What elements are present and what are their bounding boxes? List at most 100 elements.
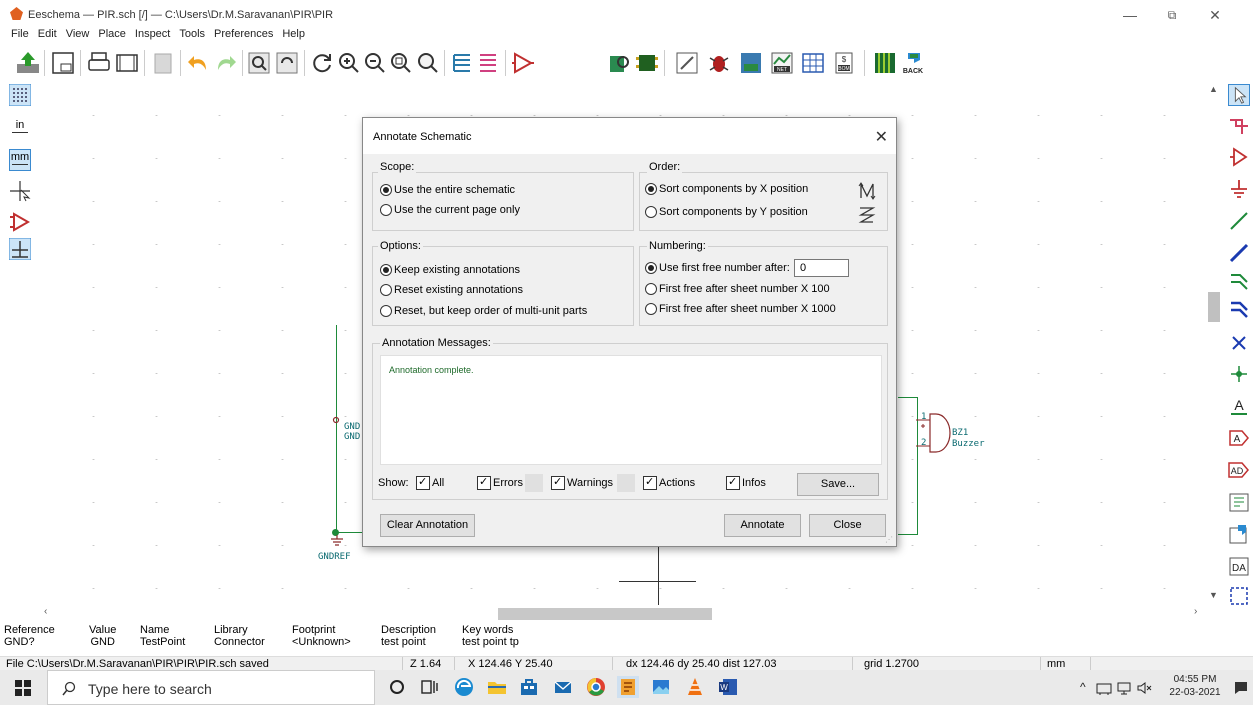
restore-button[interactable]: ⧉ xyxy=(1152,4,1192,26)
save-messages-button[interactable]: Save... xyxy=(797,473,879,496)
kicad-taskbar-icon[interactable] xyxy=(617,676,639,698)
schematic-setup-icon[interactable] xyxy=(15,50,41,76)
print-icon[interactable] xyxy=(86,50,112,76)
vertical-scroll-thumb[interactable] xyxy=(1208,292,1220,322)
hierarchy-navigator-icon[interactable] xyxy=(450,50,476,76)
filter-actions-checkbox[interactable]: Actions xyxy=(643,475,695,490)
add-sheet-pin-icon[interactable]: DA xyxy=(1228,555,1250,577)
scope-entire-schematic-radio[interactable]: Use the entire schematic xyxy=(380,183,515,197)
plot-icon[interactable] xyxy=(114,50,140,76)
horizontal-scrollbar[interactable]: ‹ › xyxy=(36,606,1204,622)
notification-icon[interactable] xyxy=(1233,680,1249,696)
zoom-in-icon[interactable] xyxy=(336,50,362,76)
annotate-icon[interactable] xyxy=(674,50,700,76)
horizontal-scroll-thumb[interactable] xyxy=(498,608,712,620)
wire[interactable] xyxy=(336,325,337,533)
wire[interactable] xyxy=(898,397,918,398)
add-global-label-icon[interactable]: A xyxy=(1228,427,1250,449)
dialog-close-icon[interactable]: ✕ xyxy=(875,127,888,147)
add-label-icon[interactable]: A xyxy=(1228,395,1250,417)
redo-icon[interactable] xyxy=(212,50,238,76)
annotate-button[interactable]: Annotate xyxy=(724,514,801,537)
bom-icon[interactable]: BOM $ xyxy=(831,50,857,76)
library-browser-icon[interactable] xyxy=(606,50,632,76)
add-symbol-icon[interactable] xyxy=(1228,146,1250,168)
units-inches-button[interactable]: in xyxy=(9,118,31,140)
sort-by-y-radio[interactable]: Sort components by Y position xyxy=(645,205,808,219)
add-bus-icon[interactable] xyxy=(1228,242,1250,264)
menu-place[interactable]: Place xyxy=(98,26,126,42)
mail-icon[interactable] xyxy=(552,676,574,698)
import-sheet-pin-icon[interactable] xyxy=(1228,523,1250,545)
reset-keep-multiunit-radio[interactable]: Reset, but keep order of multi-unit part… xyxy=(380,304,587,318)
add-wire-entry-icon[interactable] xyxy=(1228,270,1250,292)
gndref-label[interactable]: GNDREF xyxy=(318,552,351,562)
find-replace-icon[interactable] xyxy=(274,50,300,76)
scroll-left-icon[interactable]: ‹ xyxy=(44,606,47,617)
scroll-up-icon[interactable]: ▲ xyxy=(1209,84,1218,94)
gnd-label-1[interactable]: GND xyxy=(344,422,360,432)
hidden-pins-icon[interactable] xyxy=(9,211,31,233)
store-icon[interactable] xyxy=(518,676,540,698)
scroll-down-icon[interactable]: ▼ xyxy=(1209,590,1218,600)
buzzer-reference[interactable]: BZ1 xyxy=(952,428,968,438)
sheet-x1000-radio[interactable]: First free after sheet number X 1000 xyxy=(645,302,836,316)
menu-edit[interactable]: Edit xyxy=(38,26,57,42)
tray-chevron-icon[interactable]: ^ xyxy=(1080,680,1086,694)
chrome-icon[interactable] xyxy=(585,676,607,698)
netlist-icon[interactable]: NET xyxy=(769,50,795,76)
menu-inspect[interactable]: Inspect xyxy=(135,26,170,42)
windows-start-icon[interactable] xyxy=(15,680,31,696)
vertical-scrollbar[interactable]: ▲ ▼ xyxy=(1205,82,1223,606)
sort-by-x-radio[interactable]: Sort components by X position xyxy=(645,182,808,196)
line-mode-icon[interactable] xyxy=(9,238,31,260)
pcbnew-icon[interactable] xyxy=(872,50,898,76)
volume-muted-icon[interactable] xyxy=(1136,681,1152,695)
scroll-right-icon[interactable]: › xyxy=(1194,606,1197,617)
add-graphic-rectangle-icon[interactable] xyxy=(1228,585,1250,607)
wire[interactable] xyxy=(898,534,918,535)
footprint-editor-icon[interactable] xyxy=(634,50,660,76)
symbol-editor-icon[interactable] xyxy=(510,50,536,76)
cursor-crosshair-icon[interactable] xyxy=(9,180,31,202)
word-icon[interactable]: W xyxy=(717,676,739,698)
back-annotate-icon[interactable]: BACK xyxy=(900,50,926,76)
zoom-selection-icon[interactable] xyxy=(414,50,440,76)
add-hierarchical-label-icon[interactable]: AD xyxy=(1228,459,1250,481)
assign-footprints-icon[interactable] xyxy=(738,50,764,76)
gndref-symbol[interactable] xyxy=(330,535,344,547)
keep-existing-annotations-radio[interactable]: Keep existing annotations xyxy=(380,263,520,277)
minimize-button[interactable]: — xyxy=(1110,4,1150,26)
menu-view[interactable]: View xyxy=(66,26,90,42)
display-icon[interactable] xyxy=(1116,681,1132,695)
grid-toggle-icon[interactable] xyxy=(9,84,31,106)
close-window-button[interactable]: ✕ xyxy=(1195,4,1235,26)
no-connect-icon[interactable] xyxy=(1228,332,1250,354)
annotation-messages-box[interactable]: Annotation complete. xyxy=(380,355,882,465)
zoom-fit-icon[interactable] xyxy=(388,50,414,76)
first-free-number-input[interactable]: 0 xyxy=(794,259,849,277)
task-view-icon[interactable] xyxy=(418,676,440,698)
symbol-fields-table-icon[interactable] xyxy=(800,50,826,76)
add-wire-icon[interactable] xyxy=(1228,210,1250,232)
menu-help[interactable]: Help xyxy=(282,26,305,42)
testpoint-symbol[interactable] xyxy=(332,416,340,424)
paste-icon[interactable] xyxy=(150,50,176,76)
erc-bug-icon[interactable] xyxy=(706,50,732,76)
select-arrow-icon[interactable] xyxy=(1228,84,1250,106)
vlc-icon[interactable] xyxy=(684,676,706,698)
clear-annotation-button[interactable]: Clear Annotation xyxy=(380,514,475,537)
taskbar-search-box[interactable]: Type here to search xyxy=(47,670,375,705)
resize-grip-icon[interactable]: ⋰ xyxy=(885,535,893,544)
menu-file[interactable]: File xyxy=(11,26,29,42)
gnd-label-2[interactable]: GND xyxy=(344,432,360,442)
add-hierarchical-sheet-icon[interactable] xyxy=(1228,491,1250,513)
refresh-icon[interactable] xyxy=(310,50,336,76)
network-icon[interactable] xyxy=(1096,681,1112,695)
filter-warnings-checkbox[interactable]: Warnings xyxy=(551,475,613,490)
menu-tools[interactable]: Tools xyxy=(179,26,205,42)
units-mm-button[interactable]: mm xyxy=(9,149,31,171)
cortana-icon[interactable] xyxy=(386,676,408,698)
buzzer-value[interactable]: Buzzer xyxy=(952,439,985,449)
add-power-icon[interactable] xyxy=(1228,178,1250,200)
